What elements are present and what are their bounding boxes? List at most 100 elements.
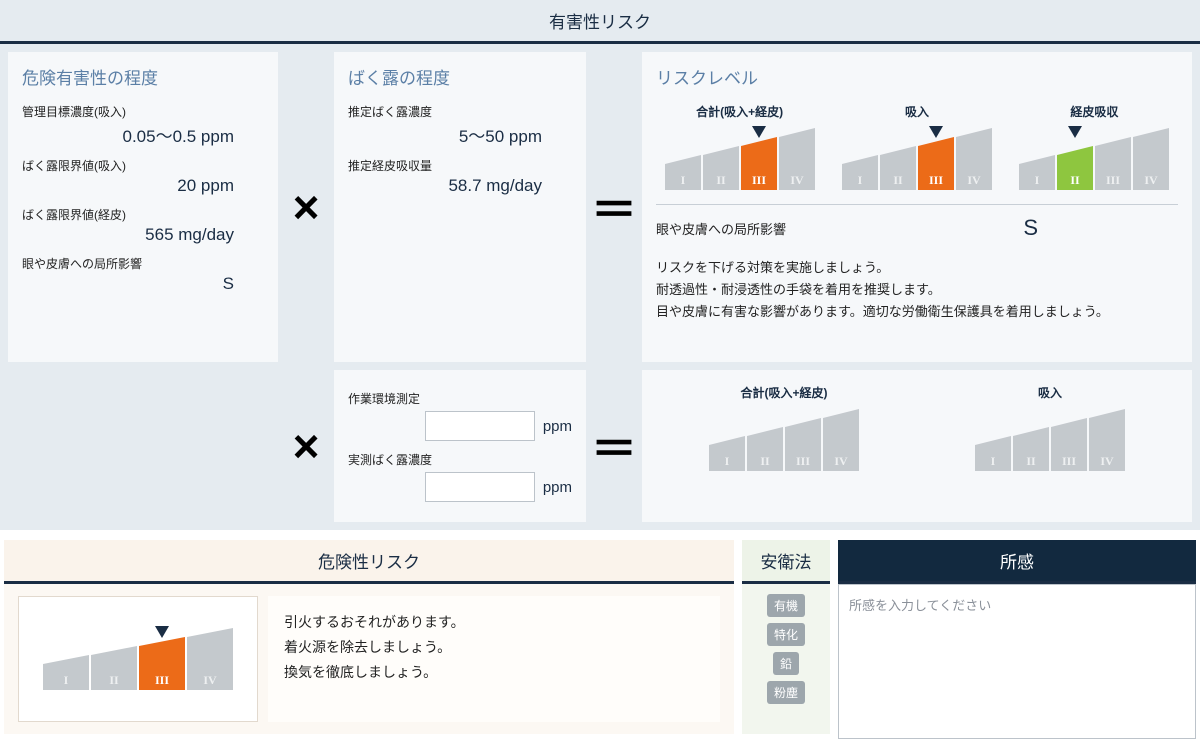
danger-advice: 引火するおそれがあります。 着火源を除去しましょう。 換気を徹底しましょう。: [268, 596, 720, 722]
svg-text:IV: IV: [967, 173, 981, 187]
svg-text:I: I: [725, 454, 730, 468]
risk-gauge-block: 合計(吸入+経皮)IIIIIIIV: [656, 384, 912, 471]
law-panel: 安衛法 有機特化鉛粉塵: [742, 540, 830, 739]
hazard-item-label: 眼や皮膚への局所影響: [22, 255, 264, 272]
advice-line: 耐透過性・耐浸透性の手袋を着用を推奨します。: [656, 279, 1178, 301]
exposure-item: 推定経皮吸収量 58.7 mg/day: [348, 157, 572, 196]
risk-gauge-block: 吸入IIIIIIIV: [833, 103, 1000, 190]
measured-risk-panel: 合計(吸入+経皮)IIIIIIIV吸入IIIIIIIV: [642, 370, 1192, 522]
svg-text:II: II: [716, 173, 726, 187]
hazard-item-value: 0.05～0.5 ppm: [22, 122, 264, 147]
bottom-row: 危険性リスク IIIIIIIV 引火するおそれがあります。 着火源を除去しましょ…: [0, 540, 1200, 739]
svg-text:IV: IV: [790, 173, 804, 187]
hazard-degree-title: 危険有害性の程度: [22, 64, 264, 89]
measured-item: 実測ばく露濃度 ppm: [348, 451, 572, 502]
risk-advice: リスクを下げる対策を実施しましょう。 耐透過性・耐浸透性の手袋を着用を推奨します…: [656, 257, 1178, 323]
measured-item-label: 実測ばく露濃度: [348, 451, 572, 468]
hazard-item: ばく露限界値(経皮) 565 mg/day: [22, 206, 264, 245]
law-badge: 特化: [767, 623, 805, 646]
svg-text:I: I: [858, 173, 863, 187]
danger-gauge-box: IIIIIIIV: [18, 596, 258, 722]
risk-gauge-head: 経皮吸収: [1011, 103, 1178, 120]
exposure-title: ばく露の程度: [348, 64, 572, 89]
advice-line: 着火源を除去しましょう。: [284, 635, 704, 660]
advice-line: 引火するおそれがあります。: [284, 610, 704, 635]
danger-risk-panel: 危険性リスク IIIIIIIV 引火するおそれがあります。 着火源を除去しましょ…: [4, 540, 734, 739]
local-effect-row: 眼や皮膚への局所影響 S: [656, 204, 1178, 241]
risk-gauge-icon: IIIIIIIV: [1019, 128, 1169, 190]
equals-operator-icon: ＝: [586, 52, 642, 362]
svg-text:I: I: [680, 173, 685, 187]
measured-exposure-panel: 作業環境測定 ppm 実測ばく露濃度 ppm: [334, 370, 586, 522]
impression-panel: 所感: [838, 540, 1196, 739]
hazard-item-value: 20 ppm: [22, 176, 264, 196]
svg-text:I: I: [64, 673, 69, 687]
exposure-item-value: 5～50 ppm: [348, 122, 572, 147]
svg-text:III: III: [796, 454, 810, 468]
times-operator-icon: ×: [278, 52, 334, 362]
svg-text:IV: IV: [1100, 454, 1114, 468]
svg-text:I: I: [991, 454, 996, 468]
exposure-panel: ばく露の程度 推定ばく露濃度 5～50 ppm 推定経皮吸収量 58.7 mg/…: [334, 52, 586, 362]
measured-item: 作業環境測定 ppm: [348, 390, 572, 441]
measured-exposure-input[interactable]: [425, 472, 535, 502]
svg-text:III: III: [1106, 173, 1120, 187]
exposure-item-label: 推定経皮吸収量: [348, 157, 572, 174]
risk-gauge-head: 吸入: [922, 384, 1178, 401]
svg-text:IV: IV: [203, 673, 217, 687]
advice-line: 換気を徹底しましょう。: [284, 660, 704, 685]
svg-text:IV: IV: [834, 454, 848, 468]
hazard-item: 眼や皮膚への局所影響 S: [22, 255, 264, 294]
svg-text:III: III: [752, 173, 766, 187]
danger-gauge-icon: IIIIIIIV: [43, 628, 233, 690]
hazard-item-value: 565 mg/day: [22, 225, 264, 245]
work-env-input[interactable]: [425, 411, 535, 441]
local-effect-label: 眼や皮膚への局所影響: [656, 219, 786, 238]
risk-gauge-head: 吸入: [833, 103, 1000, 120]
advice-line: 目や皮膚に有害な影響があります。適切な労働衛生保護具を着用しましょう。: [656, 301, 1178, 323]
law-badge: 有機: [767, 594, 805, 617]
hazard-degree-panel: 危険有害性の程度 管理目標濃度(吸入) 0.05～0.5 ppm ばく露限界値(…: [8, 52, 278, 362]
svg-text:II: II: [760, 454, 770, 468]
danger-risk-header: 危険性リスク: [4, 540, 734, 584]
risk-gauge-icon: IIIIIIIV: [975, 409, 1125, 471]
advice-line: リスクを下げる対策を実施しましょう。: [656, 257, 1178, 279]
exposure-item: 推定ばく露濃度 5～50 ppm: [348, 103, 572, 147]
hazard-item-label: ばく露限界値(吸入): [22, 157, 264, 174]
hazard-item: ばく露限界値(吸入) 20 ppm: [22, 157, 264, 196]
times-operator-icon: ×: [278, 370, 334, 522]
equals-operator-icon: ＝: [586, 370, 642, 522]
hazard-item-value: S: [22, 274, 264, 294]
exposure-item-value: 58.7 mg/day: [348, 176, 572, 196]
hazard-row2-spacer: [8, 370, 278, 522]
risk-gauge-head: 合計(吸入+経皮): [656, 384, 912, 401]
exposure-item-label: 推定ばく露濃度: [348, 103, 572, 120]
local-effect-value: S: [1023, 215, 1038, 241]
impression-textarea[interactable]: [839, 585, 1195, 735]
svg-text:II: II: [1026, 454, 1036, 468]
impression-header: 所感: [838, 540, 1196, 584]
hazard-row-2: × 作業環境測定 ppm 実測ばく露濃度 ppm ＝ 合計(吸入+経皮)IIII…: [0, 362, 1200, 530]
hazard-row-1: 危険有害性の程度 管理目標濃度(吸入) 0.05～0.5 ppm ばく露限界値(…: [0, 44, 1200, 362]
risk-level-panel: リスクレベル 合計(吸入+経皮)IIIIIIIV吸入IIIIIIIV経皮吸収II…: [642, 52, 1192, 362]
hazard-item-label: ばく露限界値(経皮): [22, 206, 264, 223]
risk-gauge-icon: IIIIIIIV: [709, 409, 859, 471]
svg-text:II: II: [893, 173, 903, 187]
svg-text:IV: IV: [1145, 173, 1159, 187]
risk-gauge-icon: IIIIIIIV: [665, 128, 815, 190]
hazard-risk-header: 有害性リスク: [0, 0, 1200, 44]
law-badge: 鉛: [773, 652, 799, 675]
hazard-item: 管理目標濃度(吸入) 0.05～0.5 ppm: [22, 103, 264, 147]
risk-gauge-block: 合計(吸入+経皮)IIIIIIIV: [656, 103, 823, 190]
hazard-item-label: 管理目標濃度(吸入): [22, 103, 264, 120]
law-badge: 粉塵: [767, 681, 805, 704]
svg-text:II: II: [109, 673, 119, 687]
risk-gauge-block: 経皮吸収IIIIIIIV: [1011, 103, 1178, 190]
svg-text:III: III: [929, 173, 943, 187]
measured-item-label: 作業環境測定: [348, 390, 572, 407]
risk-gauge-icon: IIIIIIIV: [842, 128, 992, 190]
svg-text:II: II: [1071, 173, 1081, 187]
risk-gauge-head: 合計(吸入+経皮): [656, 103, 823, 120]
risk-gauge-block: 吸入IIIIIIIV: [922, 384, 1178, 471]
unit-label: ppm: [543, 479, 572, 496]
